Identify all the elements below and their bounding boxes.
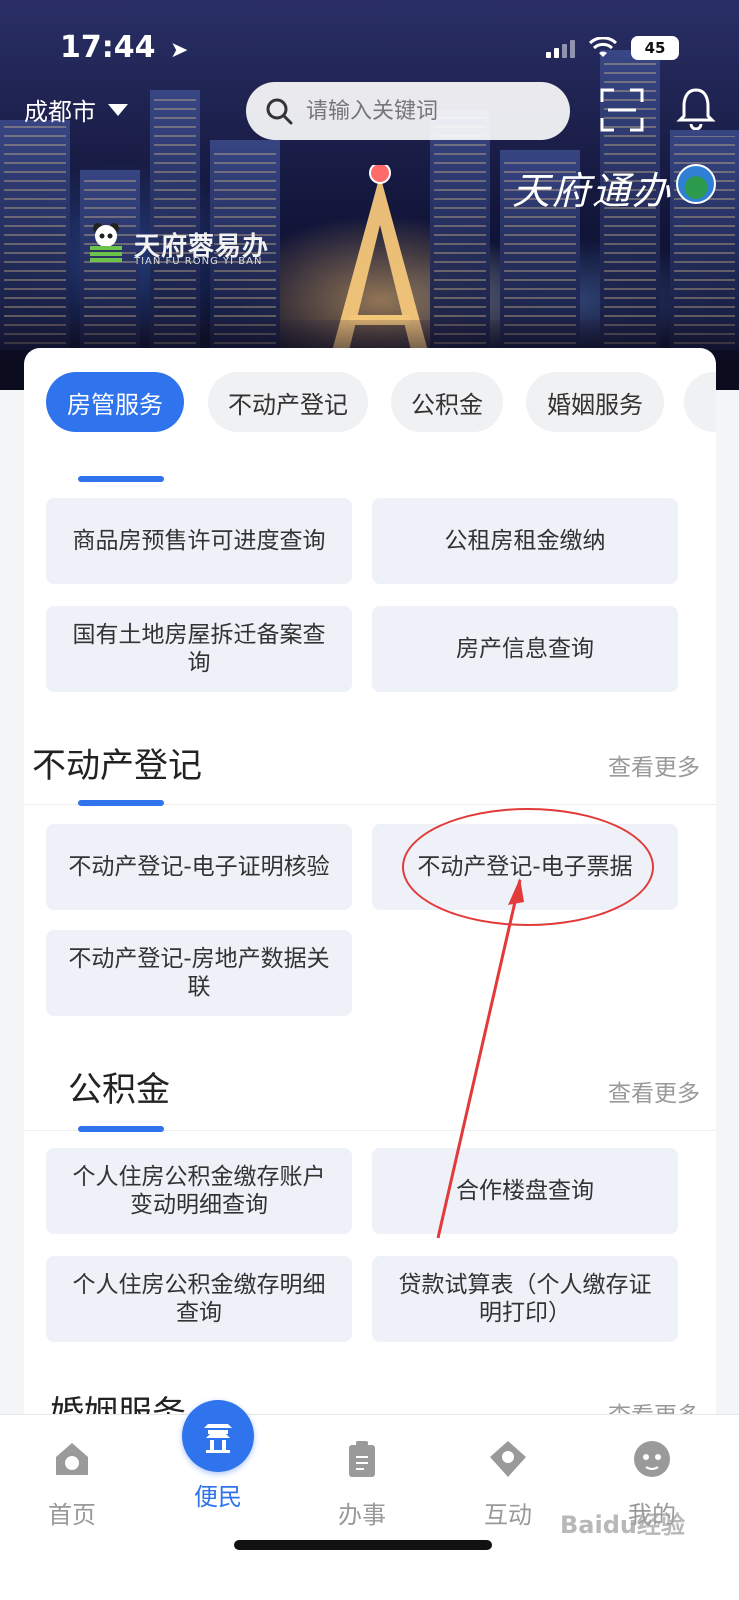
cellular-signal-icon <box>546 38 575 58</box>
service-tile[interactable]: 不动产登记-电子证明核验 <box>46 824 352 910</box>
tab-home-label: 首页 <box>48 1501 96 1529</box>
tab-interact[interactable]: 互动 <box>458 1439 558 1530</box>
tab-convenience[interactable]: 便民 <box>168 1467 268 1512</box>
city-selector[interactable]: 成都市 <box>24 92 128 127</box>
tab-interact-label: 互动 <box>484 1501 532 1529</box>
service-tile[interactable]: 合作楼盘查询 <box>372 1148 678 1234</box>
clipboard-icon <box>349 1441 375 1477</box>
location-arrow-icon: ➤ <box>169 38 189 63</box>
building <box>150 90 200 350</box>
section-underline <box>78 476 164 482</box>
section-title-realestate: 不动产登记 <box>32 746 202 786</box>
battery-level: 45 <box>644 39 666 57</box>
interact-icon <box>490 1441 526 1477</box>
view-more-realestate[interactable]: 查看更多 <box>608 748 700 782</box>
service-tile[interactable]: 贷款试算表（个人缴存证明打印） <box>372 1256 678 1342</box>
service-tile[interactable]: 个人住房公积金缴存明细查询 <box>46 1256 352 1342</box>
chip-marriage[interactable]: 婚姻服务 <box>526 372 664 432</box>
chip-fund[interactable]: 公积金 <box>391 372 503 432</box>
tab-affairs-label: 办事 <box>338 1501 386 1529</box>
section-underline <box>78 1126 164 1132</box>
building <box>670 130 739 350</box>
section-underline <box>78 800 164 806</box>
dropdown-triangle-icon <box>108 103 128 116</box>
service-tile[interactable]: 国有土地房屋拆迁备案查询 <box>46 606 352 692</box>
chip-housing[interactable]: 房管服务 <box>46 372 184 432</box>
annotation-ellipse <box>402 808 654 926</box>
scan-icon[interactable] <box>600 88 644 132</box>
tab-home[interactable]: 首页 <box>22 1439 122 1530</box>
status-icons: 45 <box>546 36 679 60</box>
service-tile[interactable]: 不动产登记-房地产数据关联 <box>46 930 352 1016</box>
tab-affairs[interactable]: 办事 <box>312 1439 412 1530</box>
brand-left-subtitle: TIAN FU RONG YI BAN <box>134 256 263 267</box>
service-tile[interactable]: 房产信息查询 <box>372 606 678 692</box>
panda-logo-icon <box>90 223 122 262</box>
status-time-text: 17:44 <box>60 30 156 65</box>
bell-icon[interactable] <box>676 86 716 130</box>
search-input[interactable] <box>306 98 546 124</box>
search-icon <box>266 98 293 125</box>
search-bar[interactable] <box>246 82 570 140</box>
section-title-fund: 公积金 <box>68 1070 170 1110</box>
status-time: 17:44 ➤ <box>60 30 188 65</box>
wifi-icon <box>589 37 617 57</box>
temple-icon <box>204 1424 232 1453</box>
chip-realestate[interactable]: 不动产登记 <box>208 372 368 432</box>
service-tile[interactable]: 商品房预售许可进度查询 <box>46 498 352 584</box>
chip-overflow[interactable] <box>684 372 716 432</box>
home-icon <box>56 1443 88 1475</box>
building <box>0 120 70 350</box>
service-tile[interactable]: 公租房租金缴纳 <box>372 498 678 584</box>
battery-icon: 45 <box>631 36 679 60</box>
status-bar: 17:44 ➤ 45 <box>0 0 739 90</box>
category-chips: 房管服务 不动产登记 公积金 婚姻服务 <box>24 348 716 464</box>
city-label: 成都市 <box>24 98 96 126</box>
brand-logo-icon <box>676 164 716 204</box>
service-tile[interactable]: 个人住房公积金缴存账户变动明细查询 <box>46 1148 352 1234</box>
profile-icon <box>634 1441 670 1477</box>
convenience-center-button[interactable] <box>182 1400 254 1472</box>
tab-convenience-label: 便民 <box>194 1483 242 1511</box>
watermark: Baidu经验 <box>560 1511 685 1539</box>
brand-right-title: 天府通办 <box>512 169 673 213</box>
view-more-fund[interactable]: 查看更多 <box>608 1074 700 1108</box>
home-indicator[interactable] <box>234 1540 492 1550</box>
